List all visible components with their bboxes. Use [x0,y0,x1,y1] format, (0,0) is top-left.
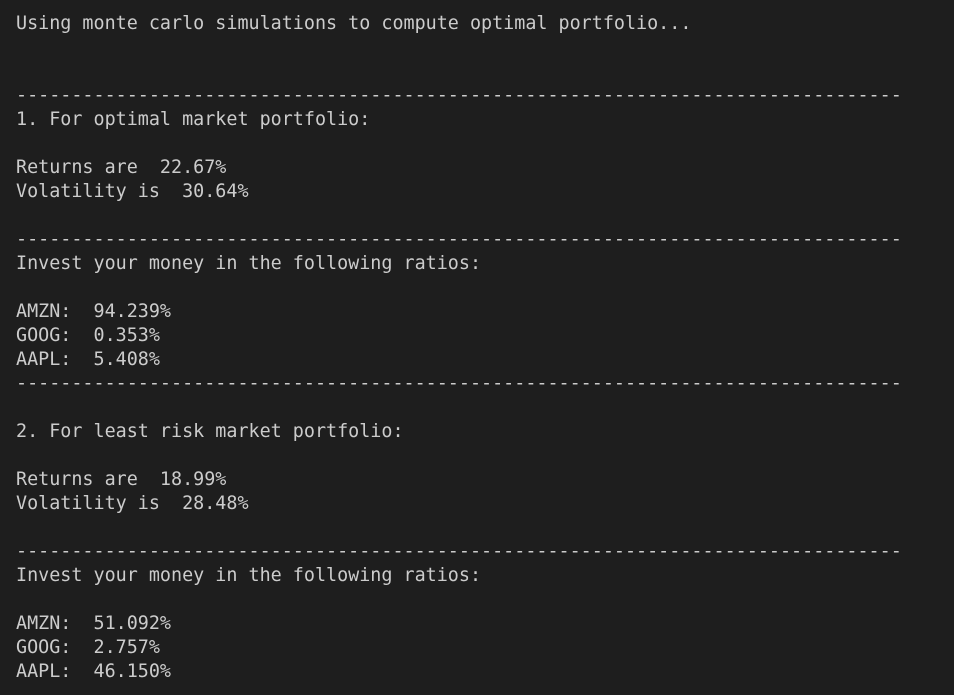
volatility-line-optimal: Volatility is 30.64% [16,181,249,202]
ratio-line-aapl: AAPL: 5.408% [16,349,160,370]
ratio-line-amzn: AMZN: 94.239% [16,301,172,322]
terminal-output[interactable]: Using monte carlo simulations to compute… [0,0,954,695]
volatility-line-least-risk: Volatility is 28.48% [16,493,249,514]
ratio-line-aapl: AAPL: 46.150% [16,661,172,682]
separator-line: ----------------------------------------… [16,373,902,394]
separator-line: ----------------------------------------… [16,229,902,250]
ratio-line-goog: GOOG: 0.353% [16,325,160,346]
invest-instruction-line: Invest your money in the following ratio… [16,253,482,274]
ratio-line-goog: GOOG: 2.757% [16,637,160,658]
section-heading-least-risk: 2. For least risk market portfolio: [16,421,404,442]
invest-instruction-line: Invest your money in the following ratio… [16,565,482,586]
returns-line-least-risk: Returns are 18.99% [16,469,227,490]
ratio-line-amzn: AMZN: 51.092% [16,613,172,634]
separator-line: ----------------------------------------… [16,85,902,106]
separator-line: ----------------------------------------… [16,541,902,562]
returns-line-optimal: Returns are 22.67% [16,157,227,178]
status-message-line: Using monte carlo simulations to compute… [16,13,692,34]
section-heading-optimal: 1. For optimal market portfolio: [16,109,371,130]
